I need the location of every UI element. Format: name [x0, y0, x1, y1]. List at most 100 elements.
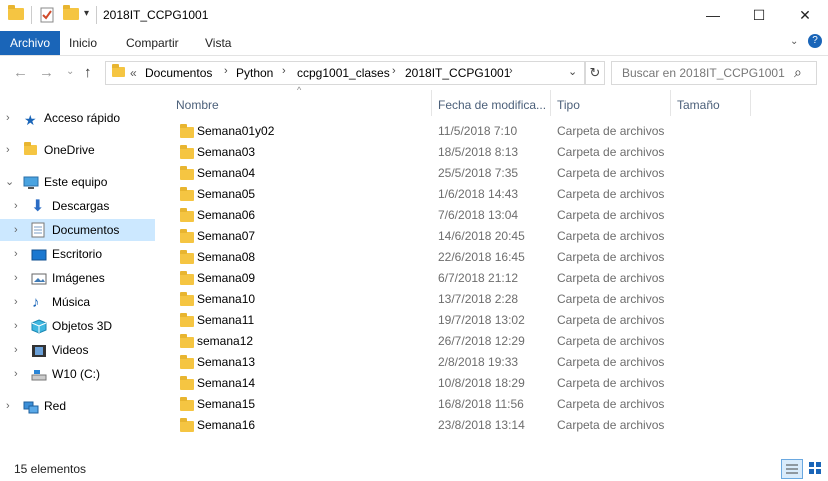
nav-item-documentos[interactable]: › Documentos: [0, 219, 155, 241]
breadcrumb-ccpg1001-clases[interactable]: ccpg1001_clases: [297, 66, 390, 80]
file-row[interactable]: Semana06 7/6/2018 13:04 Carpeta de archivo…: [170, 205, 670, 226]
search-icon[interactable]: ⌕: [794, 64, 802, 81]
file-row[interactable]: Semana14 10/8/2018 18:29 Carpeta de archiv…: [170, 373, 670, 394]
breadcrumb-2018it-ccpg1001[interactable]: 2018IT_CCPG1001: [405, 66, 510, 80]
large-icons-view-icon: [809, 462, 821, 474]
file-row[interactable]: Semana10 13/7/2018 2:28 Carpeta de archivo…: [170, 289, 670, 310]
file-name: Semana07: [197, 229, 256, 243]
file-name: Semana09: [197, 271, 256, 285]
up-arrow-icon[interactable]: ↑: [84, 64, 92, 81]
tab-archivo[interactable]: Archivo: [0, 31, 61, 55]
file-row[interactable]: Semana13 2/8/2018 19:33 Carpeta de archivo…: [170, 352, 670, 373]
search-input[interactable]: Buscar en 2018IT_CCPG1001: [622, 66, 785, 80]
breadcrumb-separator[interactable]: ›: [224, 65, 228, 77]
file-row[interactable]: Semana11 19/7/2018 13:02 Carpeta de archiv…: [170, 310, 670, 331]
address-bar[interactable]: « Documentos › Python › ccpg1001_clases …: [105, 61, 585, 85]
divider: [31, 6, 32, 24]
folder-icon: [180, 145, 194, 159]
folder-icon: [180, 418, 194, 432]
file-type: Carpeta de archivos: [557, 208, 665, 222]
chevron-right-icon[interactable]: ›: [14, 243, 18, 265]
chevron-right-icon[interactable]: ›: [14, 363, 18, 385]
file-row[interactable]: Semana15 16/8/2018 11:56 Carpeta de archiv…: [170, 394, 670, 415]
chevron-right-icon[interactable]: ›: [6, 107, 10, 129]
search-box[interactable]: Buscar en 2018IT_CCPG1001 ⌕: [611, 61, 817, 85]
details-view-button[interactable]: [781, 459, 803, 479]
column-header-name[interactable]: Nombre: [176, 94, 219, 116]
column-divider[interactable]: [431, 90, 432, 116]
tab-vista[interactable]: Vista: [195, 31, 241, 55]
folder-icon: [180, 229, 194, 243]
chevron-right-icon[interactable]: ›: [6, 139, 10, 161]
refresh-icon[interactable]: ↻: [585, 61, 605, 85]
customize-toolbar-icon[interactable]: ▾: [84, 8, 89, 19]
file-type: Carpeta de archivos: [557, 271, 665, 285]
nav-item-objetos-3d[interactable]: › Objetos 3D: [0, 315, 155, 337]
file-row[interactable]: Semana16 23/8/2018 13:14 Carpeta de archiv…: [170, 415, 670, 436]
breadcrumb-separator[interactable]: ›: [282, 65, 286, 77]
file-date: 18/5/2018 8:13: [438, 145, 519, 159]
nav-item-red[interactable]: › Red: [0, 395, 155, 417]
chevron-right-icon[interactable]: ›: [6, 395, 10, 417]
breadcrumb-python[interactable]: Python: [236, 66, 273, 80]
chevron-down-icon[interactable]: ⌄: [5, 171, 14, 193]
folder-icon: [180, 250, 194, 264]
file-row[interactable]: Semana04 25/5/2018 7:35 Carpeta de archivo…: [170, 163, 670, 184]
nav-item-onedrive[interactable]: › OneDrive: [0, 139, 155, 161]
nav-item-videos[interactable]: › Videos: [0, 339, 155, 361]
ribbon-tabs: Archivo Inicio Compartir Vista ⌄ ?: [0, 31, 828, 56]
chevron-right-icon[interactable]: ›: [14, 339, 18, 361]
file-row[interactable]: Semana01y02 11/5/2018 7:10 Carpeta de arch…: [170, 121, 670, 142]
chevron-right-icon[interactable]: ›: [14, 195, 18, 217]
column-divider[interactable]: [670, 90, 671, 116]
file-row[interactable]: Semana03 18/5/2018 8:13 Carpeta de archivo…: [170, 142, 670, 163]
address-dropdown-icon[interactable]: ⌄: [568, 65, 577, 78]
minimize-button[interactable]: —: [690, 0, 736, 31]
file-row[interactable]: Semana05 1/6/2018 14:43 Carpeta de archivo…: [170, 184, 670, 205]
network-icon: [23, 399, 39, 414]
column-header-size[interactable]: Tamaño: [677, 94, 720, 116]
column-divider[interactable]: [750, 90, 751, 116]
nav-item-label: Acceso rápido: [44, 111, 121, 125]
help-icon[interactable]: ?: [808, 34, 822, 48]
breadcrumb-separator[interactable]: ›: [392, 65, 396, 77]
forward-arrow-icon[interactable]: →: [39, 64, 54, 81]
breadcrumb-separator[interactable]: ›: [509, 65, 513, 77]
chevron-right-icon[interactable]: ›: [14, 267, 18, 289]
column-divider[interactable]: [550, 90, 551, 116]
chevron-right-icon[interactable]: ›: [14, 291, 18, 313]
computer-icon: [23, 175, 39, 189]
file-date: 2/8/2018 19:33: [438, 355, 519, 369]
file-row[interactable]: Semana08 22/6/2018 16:45 Carpeta de archiv…: [170, 247, 670, 268]
breadcrumb-overflow[interactable]: «: [130, 66, 137, 80]
column-header-date[interactable]: Fecha de modifica...: [438, 94, 546, 116]
tab-compartir[interactable]: Compartir: [116, 31, 189, 55]
file-row[interactable]: semana12 26/7/2018 12:29 Carpeta de archiv…: [170, 331, 670, 352]
chevron-right-icon[interactable]: ›: [14, 219, 18, 241]
ribbon-expand-icon[interactable]: ⌄: [790, 36, 798, 47]
nav-item-w10-c[interactable]: › W10 (C:): [0, 363, 155, 385]
file-row[interactable]: Semana07 14/6/2018 20:45 Carpeta de archiv…: [170, 226, 670, 247]
recent-locations-icon[interactable]: ⌄: [66, 66, 74, 77]
close-button[interactable]: ✕: [782, 0, 828, 31]
back-arrow-icon[interactable]: ←: [13, 64, 28, 81]
tab-inicio[interactable]: Inicio: [59, 31, 107, 55]
folder-icon: [180, 397, 194, 411]
nav-item-este-equipo[interactable]: ⌄ Este equipo: [0, 171, 155, 193]
maximize-button[interactable]: ☐: [736, 0, 782, 31]
breadcrumb-documentos[interactable]: Documentos: [145, 66, 212, 80]
folder-icon: [180, 208, 194, 222]
nav-item-escritorio[interactable]: › Escritorio: [0, 243, 155, 265]
new-folder-icon[interactable]: [63, 5, 79, 20]
nav-item-imagenes[interactable]: › Imágenes: [0, 267, 155, 289]
nav-item-descargas[interactable]: › ⬇ Descargas: [0, 195, 155, 217]
file-date: 7/6/2018 13:04: [438, 208, 519, 222]
nav-item-acceso-rapido[interactable]: › ★ Acceso rápido: [0, 107, 155, 129]
column-header-type[interactable]: Tipo: [557, 94, 580, 116]
chevron-right-icon[interactable]: ›: [14, 315, 18, 337]
properties-icon[interactable]: [40, 7, 55, 26]
file-row[interactable]: Semana09 6/7/2018 21:12 Carpeta de archivo…: [170, 268, 670, 289]
large-icons-view-button[interactable]: [805, 459, 825, 477]
nav-item-musica[interactable]: › ♪ Música: [0, 291, 155, 313]
file-name: Semana16: [197, 418, 256, 432]
